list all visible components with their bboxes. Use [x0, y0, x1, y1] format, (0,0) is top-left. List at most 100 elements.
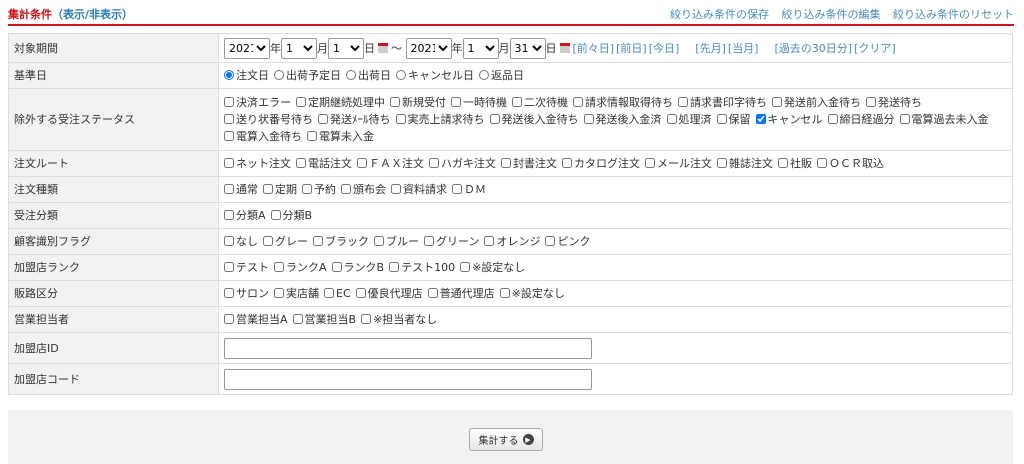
radio[interactable] — [479, 70, 489, 80]
base-date-option[interactable]: キャンセル日 — [396, 67, 474, 84]
checkbox[interactable] — [429, 158, 439, 168]
filter-checkbox-item[interactable]: ※担当者なし — [361, 311, 437, 328]
filter-checkbox-item[interactable]: 二次待機 — [512, 94, 568, 111]
filter-checkbox-item[interactable]: 優良代理店 — [355, 285, 423, 302]
checkbox[interactable] — [389, 262, 400, 272]
filter-checkbox-item[interactable]: メール注文 — [645, 155, 712, 172]
filter-checkbox-item[interactable]: 頒布会 — [341, 181, 386, 198]
checkbox[interactable] — [224, 131, 234, 141]
checkbox[interactable] — [512, 97, 522, 107]
aggregate-button[interactable]: 集計する ▶ — [469, 428, 543, 451]
filter-checkbox-item[interactable]: EC — [324, 285, 351, 302]
filter-checkbox-item[interactable]: 雑誌注文 — [717, 155, 773, 172]
from-day-select[interactable]: 1 — [328, 37, 364, 59]
checkbox[interactable] — [361, 314, 372, 324]
checkbox[interactable] — [484, 236, 495, 246]
filter-checkbox-item[interactable]: 処理済 — [666, 111, 712, 128]
filter-checkbox-item[interactable]: なし — [224, 233, 258, 250]
filter-checkbox-item[interactable]: 電話注文 — [296, 155, 352, 172]
checkbox[interactable] — [224, 314, 234, 324]
base-date-option[interactable]: 出荷日 — [346, 67, 391, 84]
filter-checkbox-item[interactable]: 営業担当A — [224, 311, 288, 328]
checkbox[interactable] — [424, 236, 434, 246]
to-month-select[interactable]: 1 — [462, 37, 499, 59]
checkbox[interactable] — [499, 288, 510, 298]
filter-checkbox-item[interactable]: 予約 — [302, 181, 336, 198]
filter-checkbox-item[interactable]: 社販 — [778, 155, 812, 172]
checkbox[interactable] — [355, 288, 366, 298]
filter-checkbox-item[interactable]: 発送後入金待ち — [489, 111, 579, 128]
checkbox[interactable] — [717, 158, 727, 168]
filter-checkbox-item[interactable]: 電算入金待ち — [224, 128, 302, 145]
filter-checkbox-item[interactable]: 一時待機 — [451, 94, 507, 111]
checkbox[interactable] — [274, 262, 284, 272]
save-filter-link[interactable]: 絞り込み条件の保存 — [670, 8, 769, 21]
checkbox[interactable] — [778, 158, 788, 168]
radio[interactable] — [346, 70, 356, 80]
filter-checkbox-item[interactable]: 実店舗 — [274, 285, 319, 302]
checkbox[interactable] — [224, 97, 234, 107]
date-shortcut-link[interactable]: [前日] — [616, 42, 647, 55]
checkbox[interactable] — [489, 114, 500, 124]
filter-checkbox-item[interactable]: 発送ﾒｰﾙ待ち — [318, 111, 391, 128]
filter-checkbox-item[interactable]: ハガキ注文 — [429, 155, 496, 172]
checkbox[interactable] — [390, 97, 400, 107]
filter-checkbox-item[interactable]: ＤＭ — [452, 181, 486, 198]
store-id-input[interactable] — [224, 337, 592, 359]
checkbox[interactable] — [224, 288, 234, 298]
checkbox[interactable] — [645, 158, 655, 168]
edit-filter-link[interactable]: 絞り込み条件の編集 — [782, 8, 881, 21]
checkbox[interactable] — [666, 114, 677, 124]
checkbox[interactable] — [678, 97, 688, 107]
filter-checkbox-item[interactable]: 営業担当B — [292, 311, 356, 328]
checkbox[interactable] — [395, 114, 406, 124]
filter-checkbox-item[interactable]: 請求情報取得待ち — [573, 94, 673, 111]
filter-checkbox-item[interactable]: キャンセル — [755, 111, 823, 128]
filter-checkbox-item[interactable]: ランクB — [331, 259, 384, 276]
filter-checkbox-item[interactable]: サロン — [224, 285, 269, 302]
checkbox[interactable] — [374, 236, 384, 246]
checkbox[interactable] — [296, 97, 306, 107]
checkbox[interactable] — [427, 288, 438, 298]
checkbox[interactable] — [899, 114, 910, 124]
filter-checkbox-item[interactable]: グレー — [263, 233, 308, 250]
filter-checkbox-item[interactable]: ネット注文 — [224, 155, 291, 172]
checkbox[interactable] — [318, 114, 328, 124]
filter-checkbox-item[interactable]: ※設定なし — [460, 259, 525, 276]
filter-checkbox-item[interactable]: 決済エラー — [224, 94, 291, 111]
checkbox[interactable] — [460, 262, 471, 272]
checkbox[interactable] — [545, 236, 556, 246]
filter-checkbox-item[interactable]: ピンク — [545, 233, 590, 250]
checkbox[interactable] — [501, 158, 511, 168]
base-date-option[interactable]: 出荷予定日 — [274, 67, 341, 84]
radio[interactable] — [224, 70, 234, 80]
checkbox[interactable] — [357, 158, 367, 168]
filter-checkbox-item[interactable]: カタログ注文 — [562, 155, 640, 172]
checkbox[interactable] — [562, 158, 572, 168]
checkbox[interactable] — [296, 158, 306, 168]
checkbox[interactable] — [224, 210, 234, 220]
checkbox[interactable] — [341, 184, 351, 194]
reset-filter-link[interactable]: 絞り込み条件のリセット — [893, 8, 1014, 21]
date-shortcut-link[interactable]: [過去の30日分] — [774, 42, 852, 55]
radio[interactable] — [274, 70, 284, 80]
filter-checkbox-item[interactable]: 通常 — [224, 181, 258, 198]
checkbox[interactable] — [224, 262, 234, 272]
date-shortcut-link[interactable]: [クリア] — [854, 42, 896, 55]
checkbox[interactable] — [583, 114, 594, 124]
store-code-input[interactable] — [224, 368, 592, 390]
checkbox[interactable] — [817, 158, 827, 168]
filter-checkbox-item[interactable]: オレンジ — [484, 233, 540, 250]
filter-checkbox-item[interactable]: 分類B — [270, 207, 312, 224]
date-shortcut-link[interactable]: [前々日] — [573, 42, 615, 55]
checkbox[interactable] — [772, 97, 782, 107]
checkbox[interactable] — [391, 184, 401, 194]
checkbox[interactable] — [224, 236, 234, 246]
checkbox[interactable] — [224, 158, 234, 168]
filter-checkbox-item[interactable]: 普通代理店 — [427, 285, 495, 302]
checkbox[interactable] — [573, 97, 583, 107]
base-date-option[interactable]: 返品日 — [479, 67, 524, 84]
filter-checkbox-item[interactable]: テスト — [224, 259, 269, 276]
base-date-option[interactable]: 注文日 — [224, 67, 269, 84]
date-shortcut-link[interactable]: [先月] — [695, 42, 726, 55]
